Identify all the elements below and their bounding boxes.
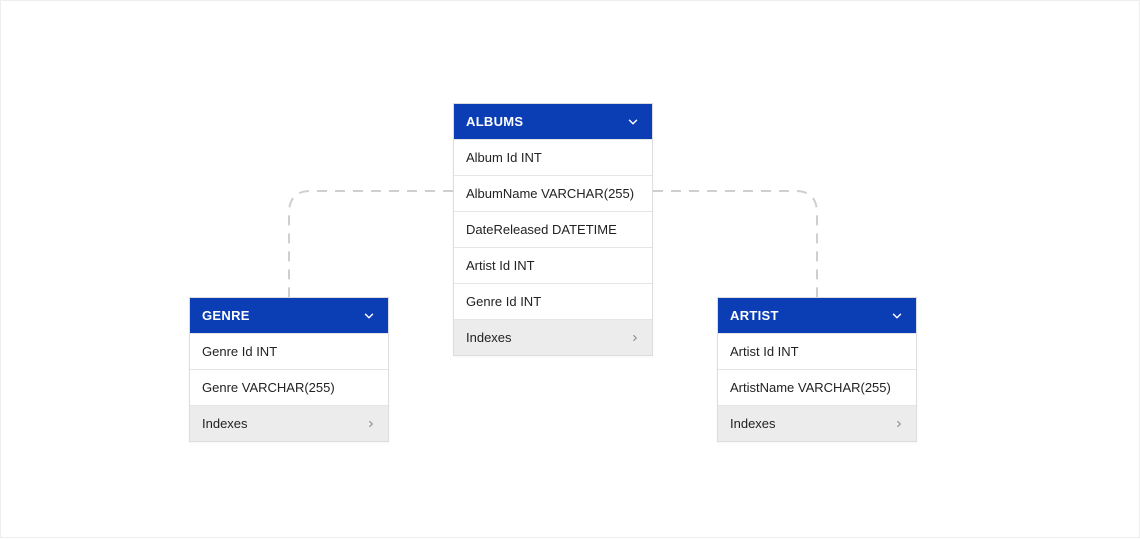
- column-row: Genre Id INT: [190, 333, 388, 369]
- table-albums-header[interactable]: ALBUMS: [454, 104, 652, 139]
- indexes-label: Indexes: [202, 416, 248, 431]
- table-albums[interactable]: ALBUMS Album Id INT AlbumName VARCHAR(25…: [453, 103, 653, 356]
- column-row: Genre Id INT: [454, 283, 652, 319]
- table-artist-header[interactable]: ARTIST: [718, 298, 916, 333]
- table-artist-title: ARTIST: [730, 308, 779, 323]
- column-row: Genre VARCHAR(255): [190, 369, 388, 405]
- chevron-down-icon: [362, 309, 376, 323]
- indexes-toggle[interactable]: Indexes: [190, 405, 388, 441]
- column-row: DateReleased DATETIME: [454, 211, 652, 247]
- table-genre-title: GENRE: [202, 308, 250, 323]
- indexes-toggle[interactable]: Indexes: [454, 319, 652, 355]
- indexes-label: Indexes: [730, 416, 776, 431]
- table-albums-title: ALBUMS: [466, 114, 523, 129]
- table-genre-header[interactable]: GENRE: [190, 298, 388, 333]
- chevron-right-icon: [630, 333, 640, 343]
- table-artist[interactable]: ARTIST Artist Id INT ArtistName VARCHAR(…: [717, 297, 917, 442]
- chevron-down-icon: [626, 115, 640, 129]
- chevron-right-icon: [894, 419, 904, 429]
- diagram-canvas: GENRE Genre Id INT Genre VARCHAR(255) In…: [1, 1, 1139, 537]
- indexes-toggle[interactable]: Indexes: [718, 405, 916, 441]
- column-row: Artist Id INT: [454, 247, 652, 283]
- chevron-right-icon: [366, 419, 376, 429]
- column-row: Album Id INT: [454, 139, 652, 175]
- column-row: ArtistName VARCHAR(255): [718, 369, 916, 405]
- chevron-down-icon: [890, 309, 904, 323]
- table-genre[interactable]: GENRE Genre Id INT Genre VARCHAR(255) In…: [189, 297, 389, 442]
- column-row: AlbumName VARCHAR(255): [454, 175, 652, 211]
- column-row: Artist Id INT: [718, 333, 916, 369]
- indexes-label: Indexes: [466, 330, 512, 345]
